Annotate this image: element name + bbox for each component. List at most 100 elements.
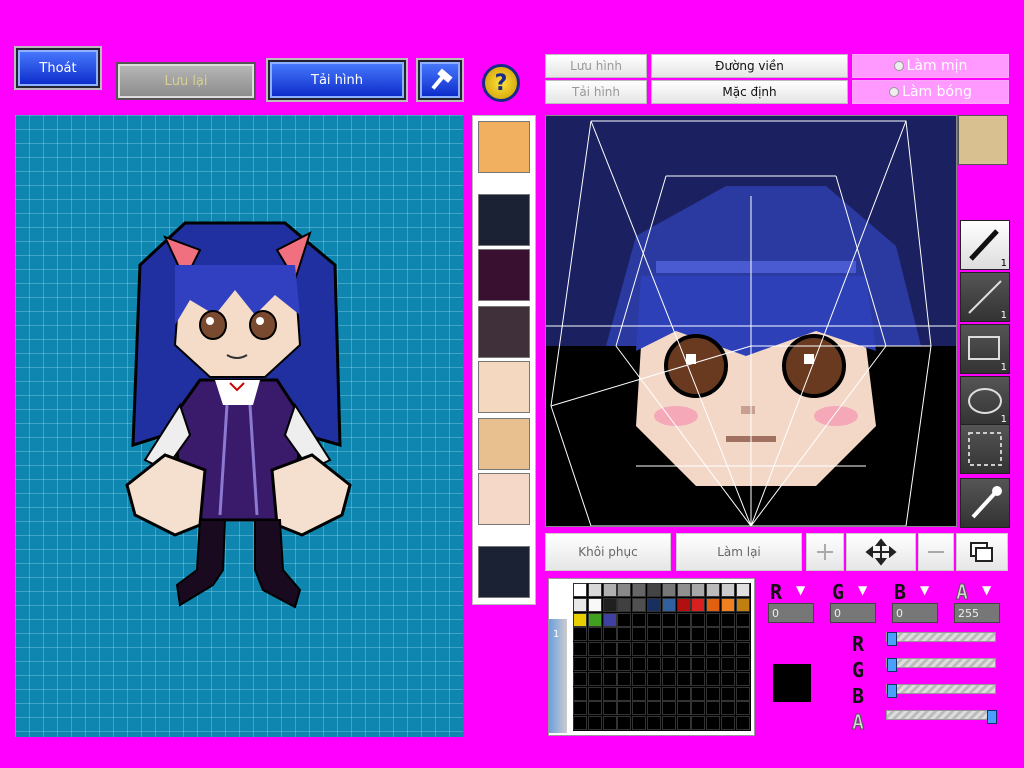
b-slider-knob[interactable] — [887, 684, 897, 698]
b-slider[interactable] — [886, 684, 996, 698]
a-value-field[interactable]: 255 — [954, 603, 1000, 623]
palette-swatch[interactable] — [602, 583, 617, 597]
palette-swatch[interactable] — [647, 642, 661, 657]
shade-tab[interactable]: Làm bóng — [852, 80, 1009, 104]
palette-swatch[interactable] — [676, 583, 691, 597]
palette-swatch[interactable] — [721, 612, 735, 627]
avatar[interactable] — [958, 115, 1008, 165]
palette-swatch[interactable] — [573, 583, 587, 597]
help-icon[interactable]: ? — [482, 64, 520, 102]
line-tool[interactable]: 1 — [960, 272, 1010, 322]
palette-swatch[interactable] — [587, 686, 602, 701]
palette-swatch[interactable] — [691, 612, 706, 627]
palette-swatch[interactable] — [706, 686, 721, 701]
part-slot-empty[interactable] — [478, 194, 530, 246]
g-slider-knob[interactable] — [887, 658, 897, 672]
palette-swatch[interactable] — [617, 627, 632, 642]
palette-swatch[interactable] — [676, 657, 691, 671]
palette-swatch[interactable] — [587, 627, 602, 642]
palette-swatch[interactable] — [647, 627, 661, 642]
palette-swatch[interactable] — [676, 612, 691, 627]
palette-swatch[interactable] — [661, 612, 676, 627]
palette-swatch[interactable] — [721, 642, 735, 657]
part-slot-face[interactable] — [478, 418, 530, 470]
palette-swatch[interactable] — [661, 701, 676, 716]
palette-swatch[interactable] — [661, 686, 676, 701]
palette-swatch[interactable] — [573, 716, 587, 731]
palette-swatch[interactable] — [691, 671, 706, 686]
part-slot-mouth[interactable] — [478, 473, 530, 525]
restore-button[interactable]: Khôi phục — [545, 533, 671, 571]
palette-swatch[interactable] — [647, 583, 661, 597]
palette-swatch[interactable] — [647, 612, 661, 627]
palette-swatch[interactable] — [617, 716, 632, 731]
palette-swatch[interactable] — [661, 597, 676, 612]
palette-swatch[interactable] — [632, 597, 647, 612]
default-tab[interactable]: Mặc định — [651, 80, 848, 104]
g-slider[interactable] — [886, 658, 996, 672]
palette-swatch[interactable] — [691, 701, 706, 716]
ellipse-tool[interactable]: 1 — [960, 376, 1010, 426]
part-slot-hair-front[interactable] — [478, 249, 530, 301]
palette-swatch[interactable] — [676, 686, 691, 701]
palette-swatch[interactable] — [721, 671, 735, 686]
palette-swatch[interactable] — [587, 701, 602, 716]
palette-swatch[interactable] — [632, 671, 647, 686]
palette-swatch[interactable] — [617, 701, 632, 716]
palette-swatch[interactable] — [676, 597, 691, 612]
palette-swatch[interactable] — [706, 583, 721, 597]
palette-swatch[interactable] — [721, 657, 735, 671]
palette-swatch[interactable] — [617, 612, 632, 627]
palette-swatch[interactable] — [735, 597, 750, 612]
palette-swatch[interactable] — [661, 716, 676, 731]
palette-swatch[interactable] — [602, 716, 617, 731]
palette-swatch[interactable] — [691, 597, 706, 612]
palette-swatch[interactable] — [602, 642, 617, 657]
palette-swatch[interactable] — [735, 642, 750, 657]
palette-swatch[interactable] — [721, 701, 735, 716]
palette-swatch[interactable] — [573, 686, 587, 701]
pixel-editor-canvas[interactable] — [545, 115, 957, 527]
palette-swatch[interactable] — [602, 657, 617, 671]
palette-swatch[interactable] — [602, 612, 617, 627]
palette-swatch[interactable] — [587, 716, 602, 731]
palette-swatch[interactable] — [647, 597, 661, 612]
select-tool[interactable] — [960, 424, 1010, 474]
palette-swatch[interactable] — [706, 612, 721, 627]
palette-swatch[interactable] — [573, 612, 587, 627]
r-slider-knob[interactable] — [887, 632, 897, 646]
palette-swatch[interactable] — [587, 642, 602, 657]
palette-swatch[interactable] — [706, 701, 721, 716]
b-value-field[interactable]: 0 — [892, 603, 938, 623]
palette-swatch[interactable] — [691, 627, 706, 642]
outline-tab[interactable]: Đường viền — [651, 54, 848, 78]
palette-swatch[interactable] — [735, 686, 750, 701]
palette-swatch[interactable] — [706, 642, 721, 657]
palette-swatch[interactable] — [647, 716, 661, 731]
swatch-grid[interactable] — [573, 583, 751, 731]
palette-swatch[interactable] — [721, 583, 735, 597]
part-slot-empty-2[interactable] — [478, 546, 530, 598]
pen-tool[interactable]: 1 — [960, 220, 1010, 270]
eyedropper-tool[interactable] — [960, 478, 1010, 528]
b-dropdown-icon[interactable]: ▼ — [920, 583, 929, 597]
palette-swatch[interactable] — [617, 583, 632, 597]
palette-swatch[interactable] — [602, 671, 617, 686]
palette-swatch[interactable] — [691, 686, 706, 701]
palette-swatch[interactable] — [735, 671, 750, 686]
palette-swatch[interactable] — [587, 597, 602, 612]
palette-swatch[interactable] — [647, 657, 661, 671]
palette-swatch[interactable] — [617, 642, 632, 657]
smooth-tab[interactable]: Làm mịn — [852, 54, 1009, 78]
palette-swatch[interactable] — [602, 686, 617, 701]
palette-swatch[interactable] — [573, 642, 587, 657]
palette-swatch[interactable] — [602, 597, 617, 612]
r-slider[interactable] — [886, 632, 996, 646]
palette-swatch[interactable] — [661, 671, 676, 686]
palette-swatch[interactable] — [647, 686, 661, 701]
palette-swatch[interactable] — [632, 612, 647, 627]
palette-swatch[interactable] — [676, 627, 691, 642]
palette-swatch[interactable] — [691, 716, 706, 731]
part-slot-eyes[interactable] — [478, 361, 530, 413]
zoom-in-button[interactable] — [806, 533, 844, 571]
